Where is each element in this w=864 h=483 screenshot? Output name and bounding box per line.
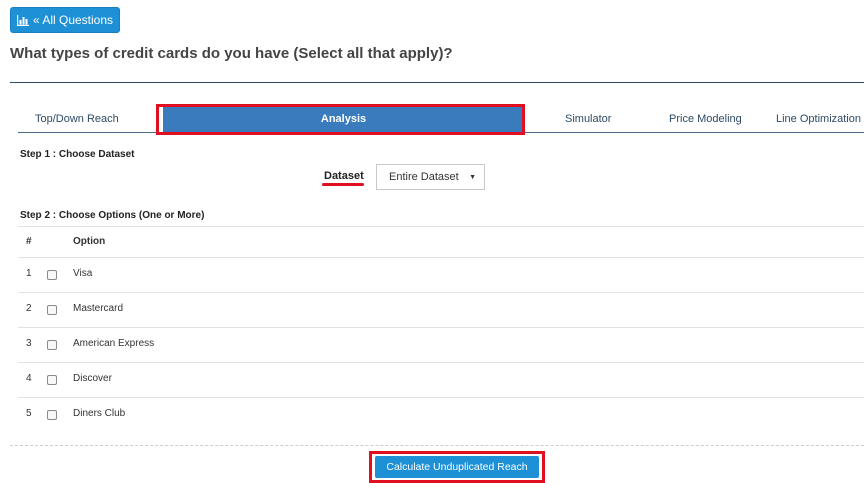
tab-top-down-reach[interactable]: Top/Down Reach bbox=[35, 106, 119, 132]
step2-label: Step 2 : Choose Options (One or More) bbox=[20, 210, 205, 221]
dataset-selected-value: Entire Dataset bbox=[389, 171, 459, 183]
table-row: 5 Diners Club bbox=[18, 397, 864, 432]
row-number: 3 bbox=[26, 338, 32, 349]
analysis-tabs: Top/Down Reach Analysis Simulator Price … bbox=[18, 106, 864, 133]
option-checkbox[interactable] bbox=[47, 410, 57, 420]
dataset-label: Dataset bbox=[324, 170, 364, 182]
option-label: Diners Club bbox=[73, 408, 126, 419]
title-divider bbox=[10, 82, 864, 83]
page-title: What types of credit cards do you have (… bbox=[10, 45, 453, 62]
header-option: Option bbox=[73, 236, 106, 247]
option-label: American Express bbox=[73, 338, 155, 349]
all-questions-label: « All Questions bbox=[32, 13, 114, 27]
option-label: Visa bbox=[73, 268, 93, 279]
table-row: 4 Discover bbox=[18, 362, 864, 397]
step1-label: Step 1 : Choose Dataset bbox=[20, 149, 135, 160]
table-header-row: # Option bbox=[18, 226, 864, 257]
all-questions-button[interactable]: « All Questions bbox=[10, 7, 120, 33]
header-num: # bbox=[26, 236, 32, 247]
row-number: 1 bbox=[26, 268, 32, 279]
options-table: # Option 1 Visa 2 Mastercard 3 American … bbox=[18, 226, 864, 432]
option-checkbox[interactable] bbox=[47, 375, 57, 385]
option-label: Discover bbox=[73, 373, 112, 384]
tab-simulator[interactable]: Simulator bbox=[565, 106, 611, 132]
bar-chart-icon bbox=[16, 14, 29, 26]
option-checkbox[interactable] bbox=[47, 340, 57, 350]
row-number: 5 bbox=[26, 408, 32, 419]
dataset-select[interactable]: Entire Dataset ▼ bbox=[376, 164, 485, 190]
tab-line-optimization[interactable]: Line Optimization bbox=[776, 106, 861, 132]
footer-divider bbox=[10, 445, 864, 446]
row-number: 4 bbox=[26, 373, 32, 384]
tab-analysis[interactable]: Analysis bbox=[163, 106, 524, 132]
option-checkbox[interactable] bbox=[47, 305, 57, 315]
tab-price-modeling[interactable]: Price Modeling bbox=[669, 106, 742, 132]
table-row: 3 American Express bbox=[18, 327, 864, 362]
row-number: 2 bbox=[26, 303, 32, 314]
calculate-button[interactable]: Calculate Unduplicated Reach bbox=[375, 456, 539, 478]
option-checkbox[interactable] bbox=[47, 270, 57, 280]
dataset-underline bbox=[322, 183, 364, 186]
table-row: 2 Mastercard bbox=[18, 292, 864, 327]
option-label: Mastercard bbox=[73, 303, 124, 314]
table-row: 1 Visa bbox=[18, 257, 864, 292]
caret-down-icon: ▼ bbox=[469, 174, 476, 181]
